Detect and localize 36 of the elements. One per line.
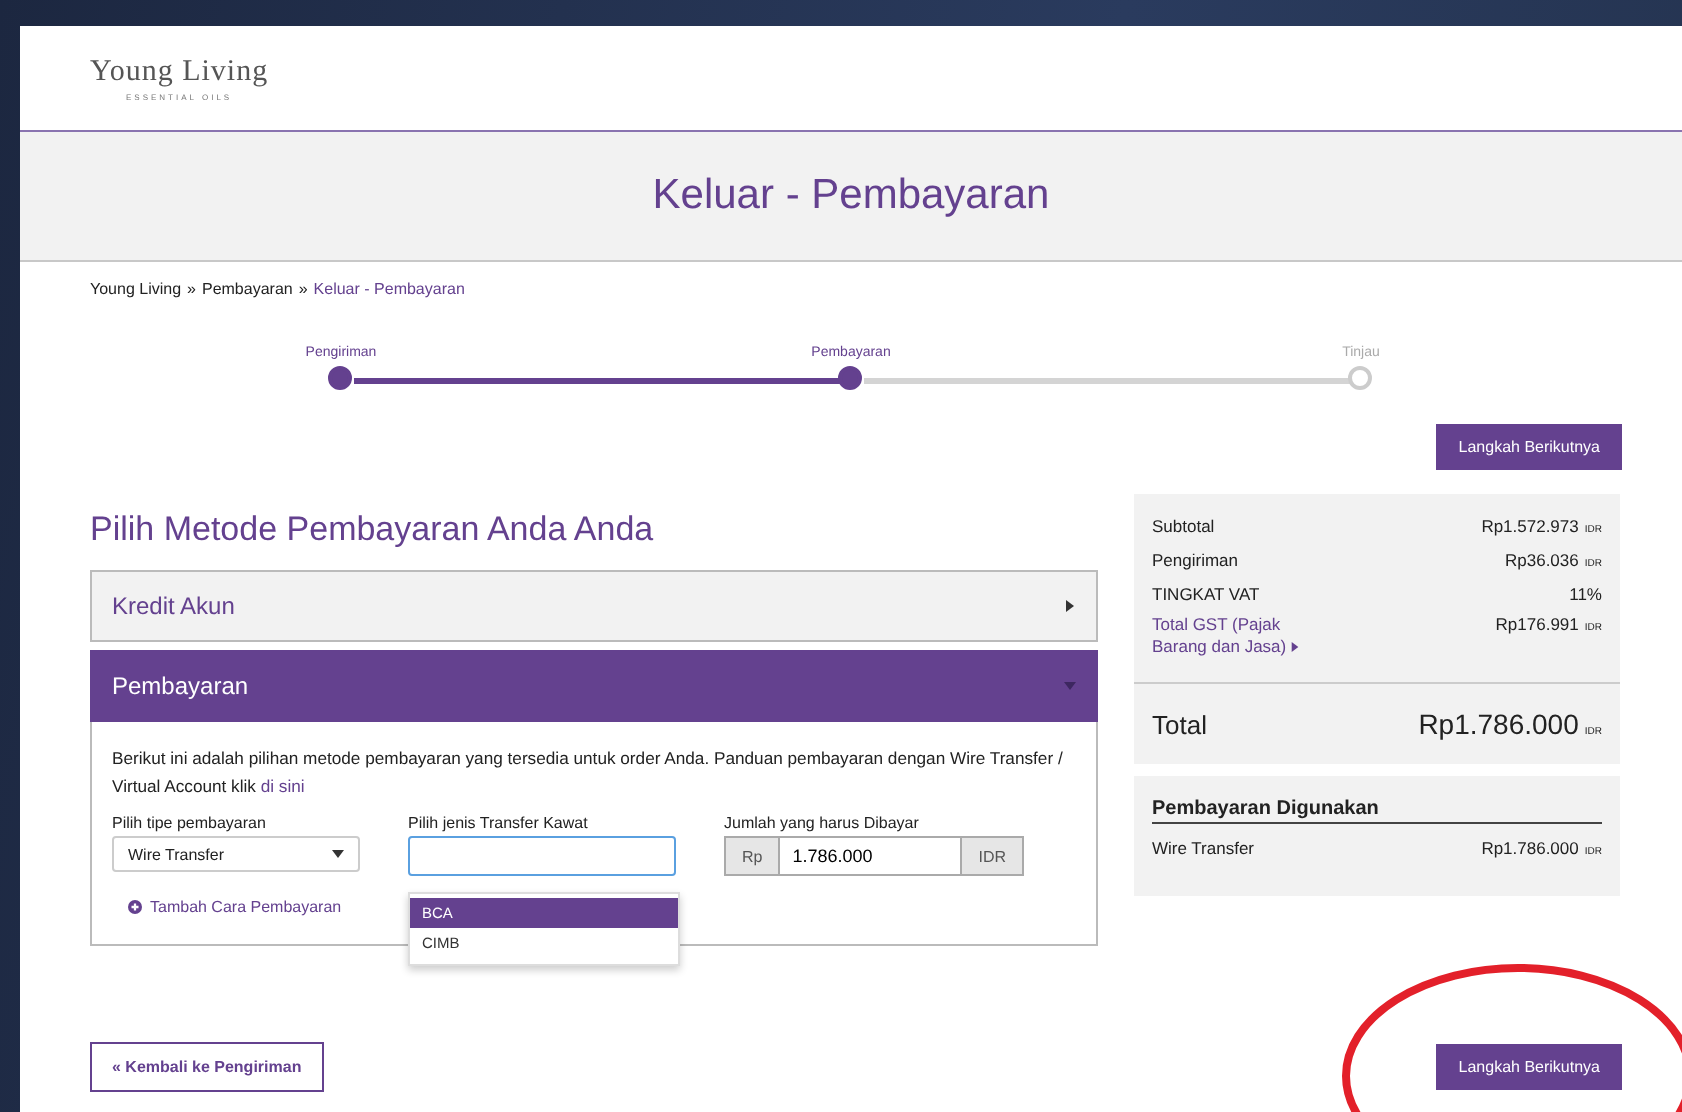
breadcrumb-link[interactable]: Keluar - Pembayaran — [313, 280, 465, 298]
expand-arrow-icon — [1290, 642, 1301, 652]
summary-label: Wire Transfer — [1152, 838, 1255, 860]
payment-type-select[interactable]: Wire Transfer — [112, 836, 360, 872]
summary-value: 11% — [1569, 584, 1602, 606]
field-label: Pilih jenis Transfer Kawat — [408, 814, 590, 832]
payment-used-title: Pembayaran Digunakan — [1152, 798, 1602, 824]
back-button[interactable]: « Kembali ke Pengiriman — [90, 1042, 324, 1092]
breadcrumb-link[interactable]: Young Living — [90, 280, 182, 298]
caret-icon — [1064, 680, 1076, 692]
summary-label: Subtotal — [1152, 516, 1215, 538]
payment-intro: Berikut ini adalah pilihan metode pembayaran yang tersedia untuk order Anda. Panduan pembayaran dengan Wire Transfer / Virtual Account klik di sini — [112, 746, 1065, 800]
currency-prefix: Rp — [724, 836, 781, 876]
guide-link[interactable]: di sini — [260, 776, 305, 796]
accordion-header[interactable]: Pembayaran — [90, 650, 1098, 722]
caret-icon — [1064, 600, 1076, 612]
page-title: Keluar - Pembayaran — [652, 172, 1050, 220]
breadcrumb-separator: » — [187, 280, 196, 298]
currency-suffix: IDR — [960, 836, 1025, 876]
breadcrumb-link[interactable]: Pembayaran — [201, 280, 293, 298]
transfer-type-input[interactable] — [408, 836, 676, 876]
field-label: Jumlah yang harus Dibayar — [724, 814, 921, 832]
section-title: Pilih Metode Pembayaran Anda Anda — [90, 510, 656, 550]
field-label: Pilih tipe pembayaran — [112, 814, 268, 832]
add-payment-link[interactable]: Tambah Cara Pembayaran — [128, 898, 342, 916]
caret-icon — [332, 850, 344, 858]
plus-circle-icon — [128, 900, 142, 914]
amount-field[interactable]: 1.786.000 — [780, 836, 961, 876]
next-step-button[interactable]: Langkah Berikutnya — [1436, 424, 1622, 470]
tax-details-link[interactable]: Total GST (Pajak Barang dan Jasa) — [1152, 614, 1316, 658]
summary-label: TINGKAT VAT — [1152, 584, 1260, 606]
summary-label: Pengiriman — [1152, 550, 1238, 572]
total-label: Total — [1152, 710, 1207, 740]
next-step-button[interactable]: Langkah Berikutnya — [1436, 1044, 1622, 1090]
breadcrumb-separator: » — [298, 280, 308, 298]
accordion-header[interactable]: Kredit Akun — [90, 570, 1098, 642]
